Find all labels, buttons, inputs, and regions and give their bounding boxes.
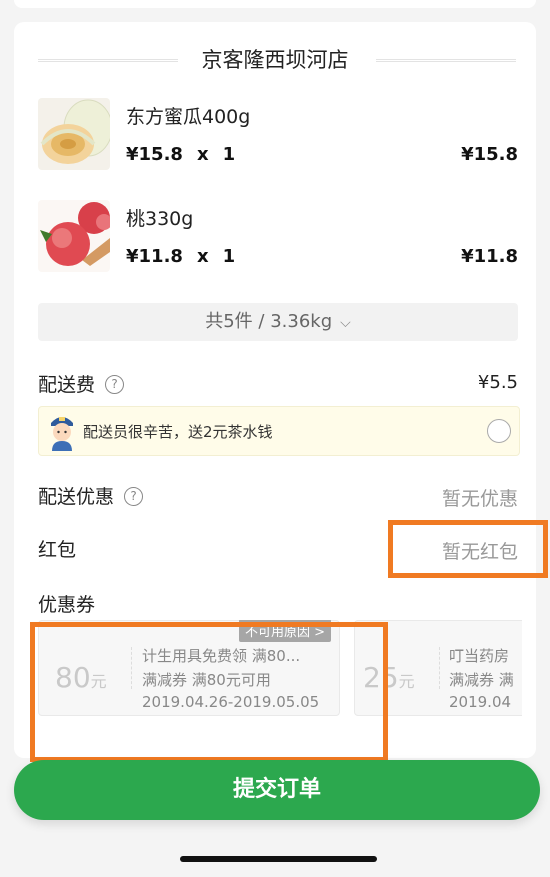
- item-price-qty: ¥11.8 x 1: [126, 246, 235, 267]
- item-name: 桃330g: [126, 208, 194, 230]
- submit-order-button[interactable]: 提交订单: [14, 760, 540, 820]
- item-price-qty: ¥15.8 x 1: [126, 144, 235, 165]
- delivery-discount-label: 配送优惠: [38, 486, 115, 508]
- help-icon[interactable]: ?: [105, 375, 125, 394]
- melon-image: [38, 98, 110, 170]
- item-quantity: 1: [222, 144, 236, 165]
- chevron-down-icon: ⌵: [340, 315, 351, 331]
- delivery-fee-row: 配送费?: [38, 370, 125, 397]
- item-price: ¥11.8: [126, 246, 183, 267]
- delivery-fee-label: 配送费: [38, 374, 96, 396]
- coupon-divider: [439, 647, 440, 689]
- list-item[interactable]: 桃330g ¥11.8 x 1 ¥11.8: [38, 200, 518, 272]
- coupon-title: 叮当药房: [449, 647, 510, 665]
- courier-tip-option[interactable]: 配送员很辛苦，送2元茶水钱: [38, 406, 520, 456]
- peach-image: [38, 200, 110, 272]
- list-item[interactable]: 东方蜜瓜400g ¥15.8 x 1 ¥15.8: [38, 98, 518, 170]
- item-quantity: 1: [222, 246, 236, 267]
- help-icon[interactable]: ?: [124, 487, 144, 506]
- item-multiply-sign: x: [196, 246, 209, 267]
- items-summary-toggle[interactable]: 共5件 / 3.36kg ⌵: [38, 303, 518, 341]
- coupon-amount-unit: 元: [398, 672, 415, 691]
- item-multiply-sign: x: [196, 144, 209, 165]
- tip-radio-button[interactable]: [487, 419, 511, 443]
- delivery-discount-row: 配送优惠?: [38, 482, 144, 509]
- coupon-type: 满减券 满: [449, 671, 514, 689]
- home-indicator[interactable]: [180, 856, 377, 862]
- delivery-discount-value[interactable]: 暂无优惠: [442, 484, 518, 511]
- courier-avatar-icon: [45, 411, 79, 451]
- red-packet-highlight-box: [388, 520, 548, 578]
- coupon-date: 2019.04: [449, 693, 512, 711]
- coupon-highlight-box: [30, 622, 388, 762]
- item-price: ¥15.8: [126, 144, 183, 165]
- store-header: 京客隆西坝河店: [14, 44, 536, 76]
- item-subtotal: ¥15.8: [461, 144, 518, 165]
- item-subtotal: ¥11.8: [461, 246, 518, 267]
- delivery-fee-value: ¥5.5: [477, 372, 518, 393]
- red-packet-label: 红包: [38, 539, 77, 561]
- tip-text: 配送员很辛苦，送2元茶水钱: [83, 423, 273, 441]
- store-divider-right: [376, 59, 516, 62]
- previous-card-edge: [14, 0, 536, 8]
- item-name: 东方蜜瓜400g: [126, 106, 251, 128]
- coupons-label: 优惠券: [38, 594, 96, 616]
- items-summary-text: 共5件 / 3.36kg: [205, 311, 333, 332]
